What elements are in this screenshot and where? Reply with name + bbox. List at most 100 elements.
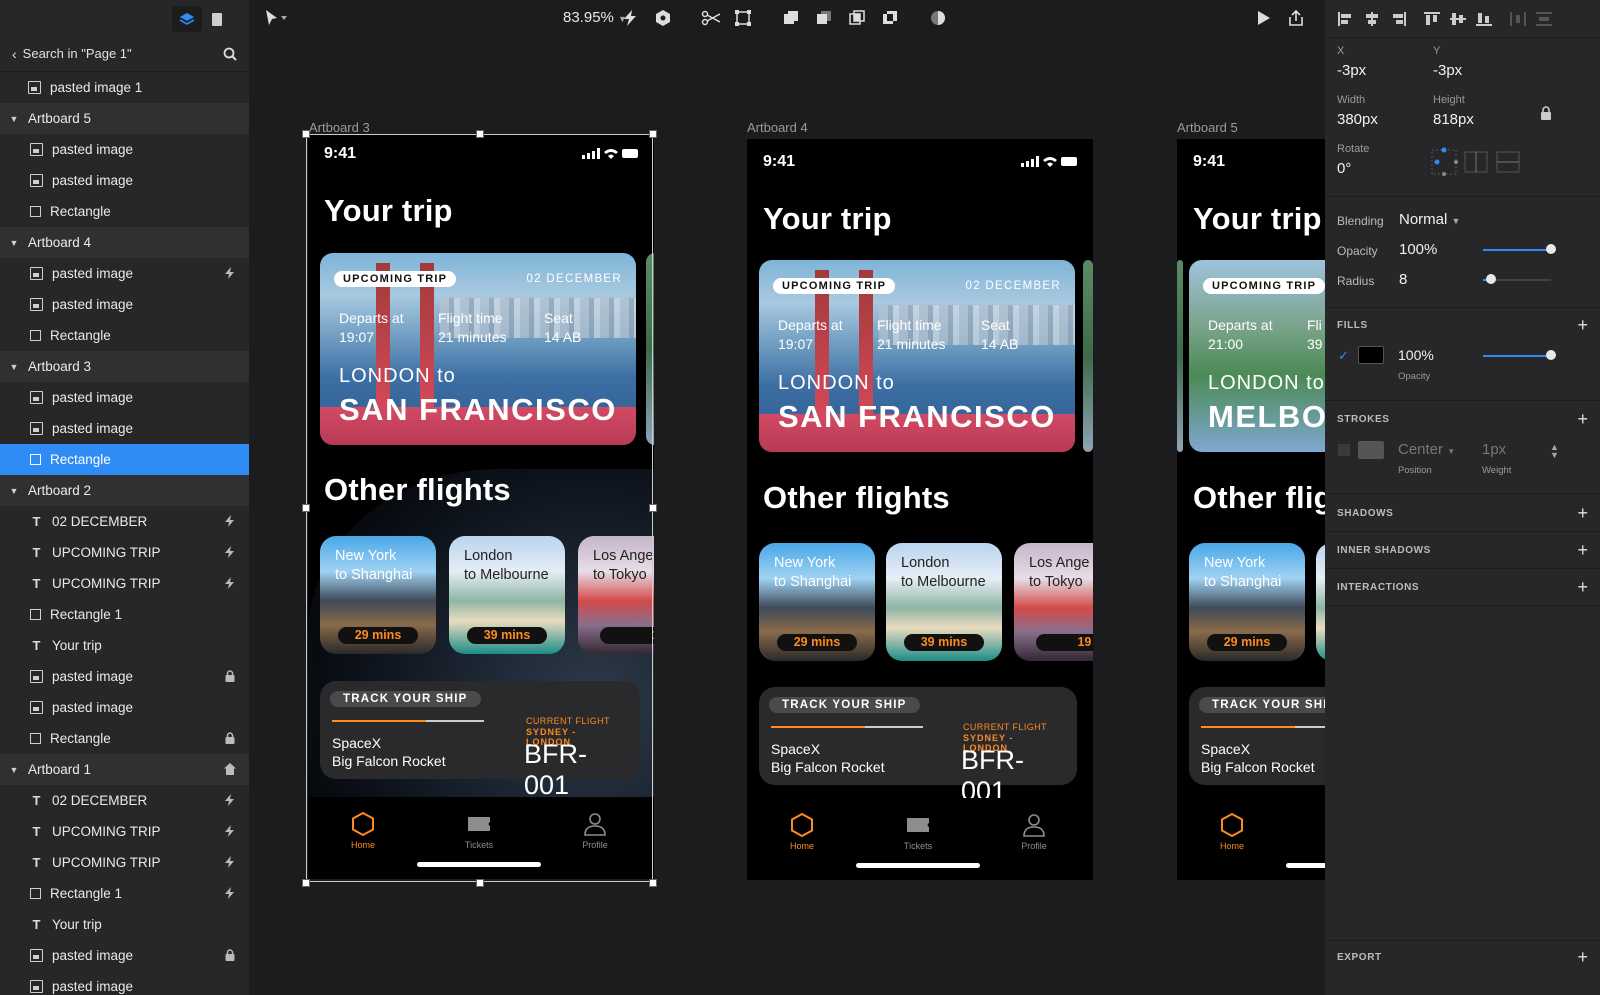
- resize-handle[interactable]: [649, 504, 657, 512]
- layer-row[interactable]: T UPCOMING TRIP: [0, 568, 249, 599]
- align-top-icon[interactable]: [1423, 11, 1441, 27]
- layer-row[interactable]: pasted image: [0, 971, 249, 995]
- track-ship-card[interactable]: TRACK YOUR SHIP SpaceX Big Falcon Rocket: [1189, 687, 1325, 785]
- add-fill-icon[interactable]: +: [1577, 316, 1588, 334]
- layer-row[interactable]: T UPCOMING TRIP: [0, 537, 249, 568]
- flight-card[interactable]: Los Ange to Tokyo 19 min: [578, 536, 654, 654]
- add-interaction-icon[interactable]: +: [1577, 578, 1588, 596]
- fill-opacity-slider[interactable]: [1483, 355, 1551, 357]
- layer-row[interactable]: Rectangle 1: [0, 878, 249, 909]
- flight-carousel[interactable]: New York to Shanghai 29 mins London to Melb…: [759, 543, 1093, 661]
- opacity-slider-knob[interactable]: [1546, 244, 1556, 254]
- search-icon[interactable]: [223, 47, 237, 61]
- layer-group-row[interactable]: ▼ Artboard 1: [0, 754, 249, 785]
- add-shadow-icon[interactable]: +: [1577, 504, 1588, 522]
- layer-row[interactable]: Rectangle 1: [0, 599, 249, 630]
- layer-row[interactable]: T 02 DECEMBER: [0, 506, 249, 537]
- disclosure-triangle-icon[interactable]: ▼: [0, 114, 28, 124]
- upcoming-trip-card[interactable]: UPCOMING TRIP 02 DECEMBER Departs at 19:0…: [759, 260, 1075, 452]
- radius-input[interactable]: 8: [1399, 271, 1407, 288]
- fill-enabled-check-icon[interactable]: ✓: [1338, 348, 1349, 364]
- radius-slider-knob[interactable]: [1486, 274, 1497, 284]
- resize-handle[interactable]: [302, 504, 310, 512]
- layer-row[interactable]: T 02 DECEMBER: [0, 785, 249, 816]
- fill-opacity-input[interactable]: 100%: [1398, 347, 1434, 363]
- component-icon[interactable]: [654, 9, 672, 27]
- upcoming-trip-card[interactable]: UPCOMING TRIP 02 DECEMBER Departs at 19:0…: [320, 253, 636, 445]
- artboard-label[interactable]: Artboard 4: [747, 120, 808, 135]
- add-export-icon[interactable]: +: [1577, 948, 1588, 966]
- layer-row[interactable]: pasted image: [0, 258, 249, 289]
- layers-tab[interactable]: [172, 6, 202, 32]
- tab-home[interactable]: Home: [1202, 812, 1262, 851]
- x-input[interactable]: -3px: [1337, 62, 1366, 79]
- disclosure-triangle-icon[interactable]: ▼: [0, 765, 28, 775]
- next-card-peek[interactable]: [646, 253, 654, 445]
- upcoming-trip-card[interactable]: UPCOMING TRIP Departs at 21:00 Fli 39 LOND…: [1189, 260, 1325, 452]
- layer-row[interactable]: Rectangle: [0, 723, 249, 754]
- tab-home[interactable]: Home: [772, 812, 832, 851]
- pointer-tool-icon[interactable]: [264, 9, 287, 27]
- align-left-icon[interactable]: [1337, 11, 1355, 27]
- artboard-5[interactable]: 9:41 Your trip UPCOMING TRIP Departs at 2…: [1177, 139, 1325, 880]
- disclosure-triangle-icon[interactable]: ▼: [0, 486, 28, 496]
- height-input[interactable]: 818px: [1433, 111, 1474, 128]
- track-ship-card[interactable]: TRACK YOUR SHIP SpaceX Big Falcon Rocket …: [320, 681, 640, 800]
- difference-icon[interactable]: [881, 9, 899, 27]
- disclosure-triangle-icon[interactable]: ▼: [0, 238, 28, 248]
- track-ship-card[interactable]: TRACK YOUR SHIP SpaceX Big Falcon Rocket …: [759, 687, 1077, 806]
- artboard-4[interactable]: 9:41 Your trip UPCOMING TRIP 02 DECEMBER…: [747, 139, 1093, 880]
- layer-group-row[interactable]: ▼ Artboard 2: [0, 475, 249, 506]
- tab-home[interactable]: Home: [333, 811, 393, 850]
- layer-row[interactable]: Rectangle: [0, 444, 249, 475]
- layer-row[interactable]: pasted image: [0, 692, 249, 723]
- subtract-icon[interactable]: [815, 9, 833, 27]
- artboard-3[interactable]: 9:41 Your trip UPCOMING TRIP 02 DECEMBER…: [308, 135, 654, 879]
- flight-card[interactable]: London to Melbourne 39 mins: [449, 536, 565, 654]
- resize-handle[interactable]: [302, 879, 310, 887]
- flight-card[interactable]: New York to Shanghai 29 mins: [320, 536, 436, 654]
- zoom-level[interactable]: 83.95% ▼: [563, 9, 627, 26]
- flight-carousel[interactable]: New York to Shanghai 29 mins London to Melb…: [320, 536, 654, 654]
- layer-row[interactable]: pasted image: [0, 382, 249, 413]
- opacity-slider[interactable]: [1483, 249, 1551, 251]
- stroke-color-swatch[interactable]: [1358, 441, 1384, 459]
- fill-opacity-knob[interactable]: [1546, 350, 1556, 360]
- stroke-enabled-checkbox[interactable]: [1338, 444, 1350, 456]
- disclosure-triangle-icon[interactable]: ▼: [0, 362, 28, 372]
- distribute-vertical-icon[interactable]: [1535, 11, 1553, 27]
- artboard-label[interactable]: Artboard 5: [1177, 120, 1238, 135]
- layer-group-row[interactable]: ▼ Artboard 5: [0, 103, 249, 134]
- resize-handle[interactable]: [649, 130, 657, 138]
- layer-group-row[interactable]: ▼ Artboard 4: [0, 227, 249, 258]
- flight-card[interactable]: New York to Shanghai 29 mins: [759, 543, 875, 661]
- resize-handle[interactable]: [302, 130, 310, 138]
- resize-handle[interactable]: [476, 879, 484, 887]
- layer-row[interactable]: pasted image: [0, 134, 249, 165]
- layer-row[interactable]: Rectangle: [0, 196, 249, 227]
- fill-color-swatch[interactable]: [1358, 346, 1384, 364]
- flight-card[interactable]: [1316, 543, 1325, 661]
- layer-row[interactable]: pasted image 1: [0, 72, 249, 103]
- stroke-position-select[interactable]: Center ▼: [1398, 441, 1455, 458]
- flight-carousel[interactable]: New York to Shanghai 29 mins: [1189, 543, 1325, 661]
- next-card-peek[interactable]: [1083, 260, 1093, 452]
- back-chevron-icon[interactable]: ‹: [12, 46, 17, 62]
- resize-handle[interactable]: [476, 130, 484, 138]
- tab-tickets[interactable]: Tickets: [888, 812, 948, 851]
- resize-handle[interactable]: [649, 879, 657, 887]
- preview-play-icon[interactable]: [1254, 9, 1272, 27]
- stepper-icon[interactable]: ▲ ▼: [1550, 443, 1559, 460]
- artboard-label[interactable]: Artboard 3: [309, 120, 370, 135]
- opacity-input[interactable]: 100%: [1399, 241, 1437, 258]
- stroke-weight-input[interactable]: 1px: [1482, 441, 1506, 458]
- flip-transform-icons[interactable]: [1431, 146, 1525, 176]
- lock-ratio-icon[interactable]: [1540, 106, 1552, 120]
- share-icon[interactable]: [1287, 9, 1305, 27]
- transform-icon[interactable]: [734, 9, 752, 27]
- layer-search[interactable]: ‹ Search in "Page 1": [0, 36, 249, 72]
- layer-row[interactable]: T Your trip: [0, 630, 249, 661]
- blending-select[interactable]: Normal ▼: [1399, 211, 1460, 228]
- union-icon[interactable]: [782, 9, 800, 27]
- layer-group-row[interactable]: ▼ Artboard 3: [0, 351, 249, 382]
